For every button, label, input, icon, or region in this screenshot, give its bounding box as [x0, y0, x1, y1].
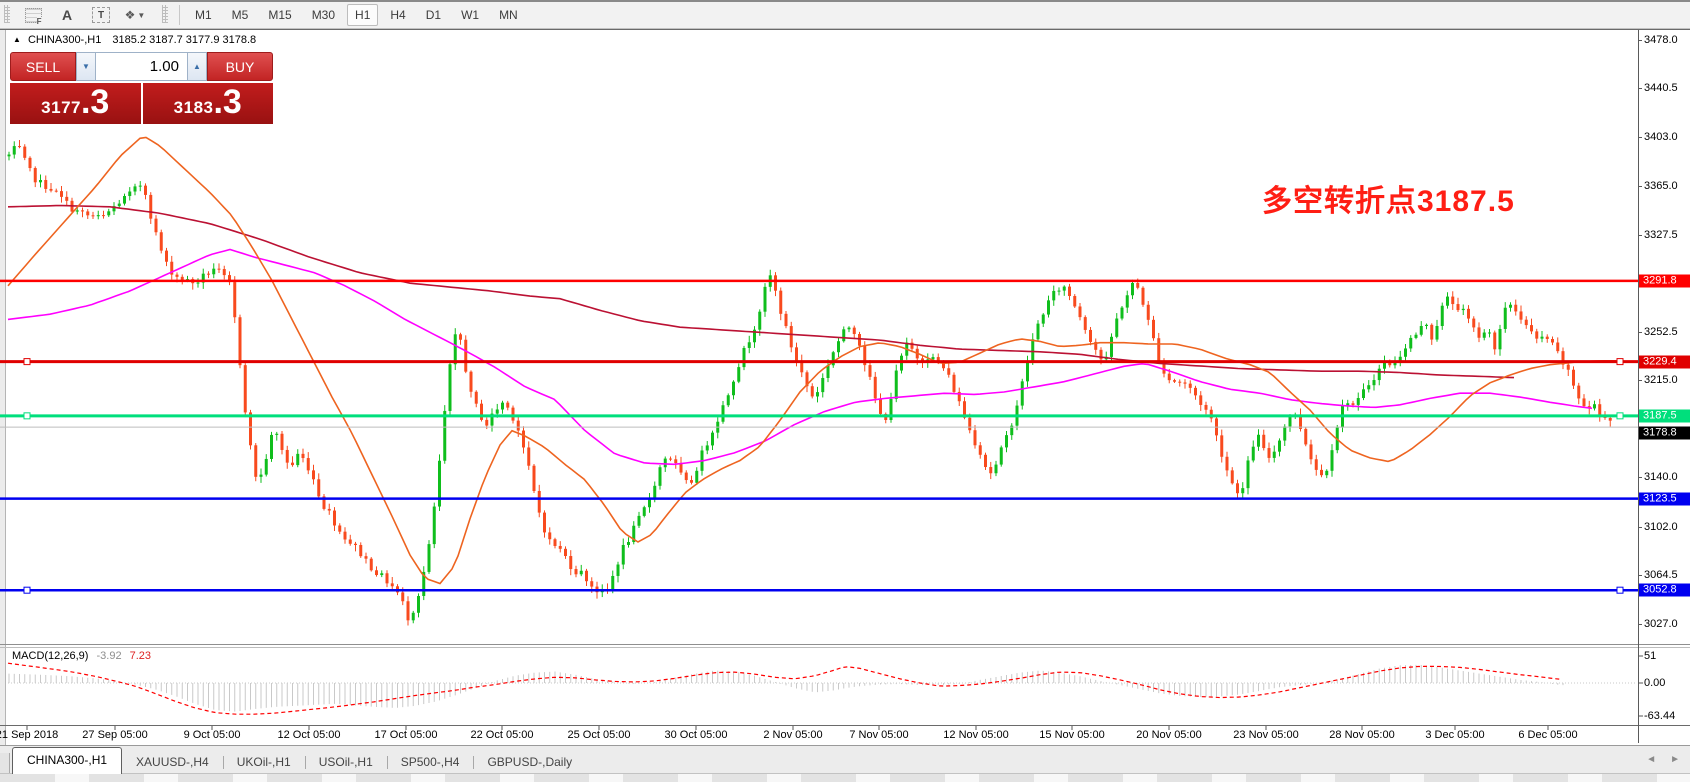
chart-tab-china300-h1[interactable]: CHINA300-,H1	[12, 747, 122, 774]
tab-scroll-left-icon[interactable]: ◄	[1646, 754, 1656, 765]
price-tick-label: 3140.0	[1644, 471, 1678, 483]
time-axis-label: 12 Oct 05:00	[278, 729, 341, 741]
time-axis-label: 22 Oct 05:00	[471, 729, 534, 741]
price-chart-canvas[interactable]	[0, 0, 1690, 782]
tab-list: CHINA300-,H1XAUUSD-,H4UKOil-,H1USOil-,H1…	[12, 747, 586, 773]
time-axis-label: 15 Nov 05:00	[1039, 729, 1104, 741]
chart-tab-bar: CHINA300-,H1XAUUSD-,H4UKOil-,H1USOil-,H1…	[0, 745, 1690, 773]
macd-main-value: -3.92	[96, 650, 121, 662]
chart-tab-xauusd-h4[interactable]: XAUUSD-,H4	[122, 752, 223, 773]
macd-scale-top: 51	[1644, 650, 1656, 662]
price-tick-label: 3440.5	[1644, 82, 1678, 94]
time-axis-label: 25 Oct 05:00	[568, 729, 631, 741]
macd-indicator-label: MACD(12,26,9) -3.92 7.23	[12, 650, 151, 662]
chart-tab-sp500-h4[interactable]: SP500-,H4	[387, 752, 474, 773]
time-axis-label: 7 Nov 05:00	[849, 729, 908, 741]
macd-signal-value: 7.23	[130, 650, 151, 662]
price-tick-label: 3102.0	[1644, 521, 1678, 533]
price-tick	[1638, 575, 1642, 576]
price-tick-label: 3403.0	[1644, 131, 1678, 143]
price-tick-label: 3365.0	[1644, 180, 1678, 192]
current-price-tag: 3178.8	[1639, 427, 1690, 440]
time-axis-label: 30 Oct 05:00	[665, 729, 728, 741]
price-tick	[1638, 40, 1642, 41]
level-price-tag: 3052.8	[1639, 584, 1690, 597]
time-axis-label: 2 Nov 05:00	[763, 729, 822, 741]
time-axis-label: 17 Oct 05:00	[375, 729, 438, 741]
price-tick	[1638, 624, 1642, 625]
chart-tab-ukoil-h1[interactable]: UKOil-,H1	[223, 752, 305, 773]
tab-bar-stub	[0, 753, 10, 773]
price-tick-label: 3252.5	[1644, 326, 1678, 338]
time-axis-label: 28 Nov 05:00	[1329, 729, 1394, 741]
price-tick	[1638, 137, 1642, 138]
price-tick-label: 3064.5	[1644, 569, 1678, 581]
price-tick-label: 3478.0	[1644, 34, 1678, 46]
price-tick-label: 3215.0	[1644, 374, 1678, 386]
tab-scroll-right-icon[interactable]: ►	[1670, 754, 1680, 765]
macd-scale-bottom: -63.44	[1644, 710, 1675, 722]
price-tick	[1638, 332, 1642, 333]
level-price-tag: 3187.5	[1639, 409, 1690, 422]
time-axis-label: 9 Oct 05:00	[184, 729, 241, 741]
price-tick	[1638, 477, 1642, 478]
time-axis-label: 23 Nov 05:00	[1233, 729, 1298, 741]
time-axis-label: 6 Dec 05:00	[1518, 729, 1577, 741]
time-axis-label: 12 Nov 05:00	[943, 729, 1008, 741]
price-tick	[1638, 186, 1642, 187]
level-price-tag: 3291.8	[1639, 274, 1690, 287]
level-price-tag: 3123.5	[1639, 492, 1690, 505]
time-axis-label: 20 Nov 05:00	[1136, 729, 1201, 741]
time-axis-label: 27 Sep 05:00	[82, 729, 147, 741]
time-axis-label: 3 Dec 05:00	[1425, 729, 1484, 741]
price-tick-label: 3327.5	[1644, 229, 1678, 241]
time-axis-label: 21 Sep 2018	[0, 729, 58, 741]
bottom-scrollbar[interactable]	[0, 773, 1690, 782]
price-tick	[1638, 527, 1642, 528]
price-tick	[1638, 380, 1642, 381]
chart-tab-gbpusd-daily[interactable]: GBPUSD-,Daily	[473, 752, 586, 773]
macd-scale-zero: 0.00	[1644, 677, 1665, 689]
price-tick-label: 3027.0	[1644, 618, 1678, 630]
macd-name: MACD(12,26,9)	[12, 650, 88, 662]
chart-tab-usoil-h1[interactable]: USOil-,H1	[305, 752, 387, 773]
price-tick	[1638, 88, 1642, 89]
level-price-tag: 3229.4	[1639, 355, 1690, 368]
price-tick	[1638, 235, 1642, 236]
